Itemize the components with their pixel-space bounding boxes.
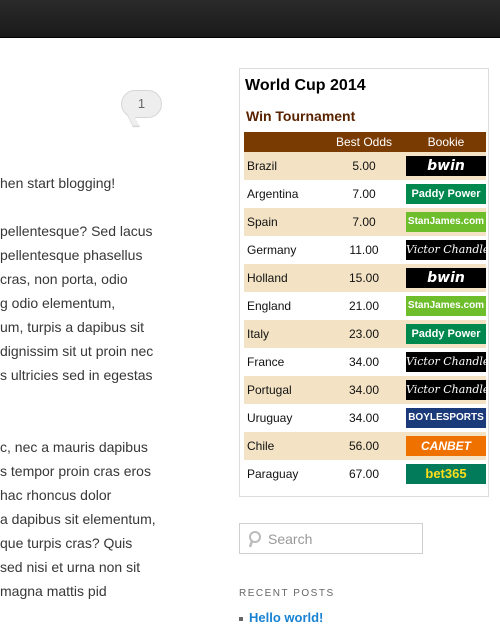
bookie-logo[interactable]: Victor Chandler [406,352,486,372]
search-input[interactable] [268,529,418,549]
bookie-logo[interactable]: BOYLESPORTS [406,408,486,428]
recent-posts-heading: RECENT POSTS [239,588,335,599]
post-text-line: que turpis cras? Quis [0,535,133,551]
odds-table: Best Odds Bookie Brazil 5.00 bwin Argentina… [244,132,486,488]
best-odds-value: 23.00 [322,320,406,348]
team-name: Italy [244,320,322,348]
best-odds-value: 67.00 [322,460,406,488]
bookie-logo[interactable]: Paddy Power [406,184,486,204]
team-name: Holland [244,264,322,292]
team-name: Germany [244,236,322,264]
odds-row: Germany 11.00 Victor Chandler [244,236,486,264]
bookie-cell: bwin [406,152,486,180]
best-odds-value: 11.00 [322,236,406,264]
bookie-logo[interactable]: bwin [406,156,486,176]
column-header-bookie: Bookie [406,132,486,152]
best-odds-value: 7.00 [322,180,406,208]
team-name: Paraguay [244,460,322,488]
bookie-cell: bwin [406,264,486,292]
bookie-logo[interactable]: bwin [406,268,486,288]
post-text-line: g odio elementum, [0,295,116,311]
post-text-line: hen start blogging! [0,175,116,191]
comment-count-bubble[interactable]: 1 [121,90,162,128]
post-text-line: cras, non porta, odio [0,271,128,287]
post-text-line: magna mattis pid [0,583,107,599]
team-name: Portugal [244,376,322,404]
team-name: England [244,292,322,320]
post-text-line: s tempor proin cras eros [0,463,151,479]
recent-posts-list: Hello world! [239,610,323,625]
odds-row: England 21.00 StanJames.com [244,292,486,320]
recent-post-link[interactable]: Hello world! [249,610,323,625]
bookie-cell: Victor Chandler [406,236,486,264]
best-odds-value: 56.00 [322,432,406,460]
bookie-logo[interactable]: StanJames.com [406,212,486,232]
odds-row: Spain 7.00 StanJames.com [244,208,486,236]
odds-row: Chile 56.00 CANBET [244,432,486,460]
bullet-icon [239,616,243,621]
post-text-line: hac rhoncus dolor [0,487,112,503]
bookie-logo[interactable]: CANBET [406,436,486,456]
best-odds-value: 7.00 [322,208,406,236]
odds-row: France 34.00 Victor Chandler [244,348,486,376]
bubble-tail [125,112,141,128]
odds-row: Uruguay 34.00 BOYLESPORTS [244,404,486,432]
team-name: Uruguay [244,404,322,432]
post-text-line: s ultricies sed in egestas [0,367,153,383]
column-header-team [244,132,322,152]
comment-count: 1 [137,96,146,111]
bookie-cell: CANBET [406,432,486,460]
odds-table-header: Best Odds Bookie [244,132,486,152]
best-odds-value: 15.00 [322,264,406,292]
team-name: Argentina [244,180,322,208]
post-text-line: pellentesque phasellus [0,247,143,263]
post-text-line: um, turpis a dapibus sit [0,319,144,335]
bookie-cell: Paddy Power [406,180,486,208]
world-cup-odds-widget: World Cup 2014 Win Tournament Best Odds … [239,68,489,497]
odds-row: Brazil 5.00 bwin [244,152,486,180]
bookie-logo[interactable]: Paddy Power [406,324,486,344]
best-odds-value: 34.00 [322,404,406,432]
best-odds-value: 34.00 [322,376,406,404]
best-odds-value: 5.00 [322,152,406,180]
bookie-logo[interactable]: bet365 [406,464,486,484]
search-icon [248,531,261,548]
best-odds-value: 21.00 [322,292,406,320]
post-text-line: dignissim sit ut proin nec [0,343,154,359]
top-header-bar [0,0,500,38]
bookie-cell: BOYLESPORTS [406,404,486,432]
bookie-cell: StanJames.com [406,208,486,236]
recent-post-item[interactable]: Hello world! [239,610,323,625]
post-text-line: a dapibus sit elementum, [0,511,156,527]
team-name: Spain [244,208,322,236]
widget-subtitle: Win Tournament [246,108,356,124]
post-text-line: pellentesque? Sed lacus [0,223,153,239]
odds-row: Holland 15.00 bwin [244,264,486,292]
bookie-cell: Paddy Power [406,320,486,348]
bookie-logo[interactable]: Victor Chandler [406,380,486,400]
best-odds-value: 34.00 [322,348,406,376]
widget-title: World Cup 2014 [245,77,366,94]
team-name: Chile [244,432,322,460]
team-name: Brazil [244,152,322,180]
bookie-cell: StanJames.com [406,292,486,320]
bookie-cell: Victor Chandler [406,348,486,376]
team-name: France [244,348,322,376]
odds-row: Paraguay 67.00 bet365 [244,460,486,488]
odds-row: Italy 23.00 Paddy Power [244,320,486,348]
column-header-best-odds: Best Odds [322,132,406,152]
post-text-line: c, nec a mauris dapibus [0,439,148,455]
bookie-logo[interactable]: Victor Chandler [406,240,486,260]
search-field[interactable] [239,523,423,554]
odds-row: Argentina 7.00 Paddy Power [244,180,486,208]
bookie-logo[interactable]: StanJames.com [406,296,486,316]
bookie-cell: Victor Chandler [406,376,486,404]
bookie-cell: bet365 [406,460,486,488]
post-text-line: sed nisi et urna non sit [0,559,141,575]
odds-row: Portugal 34.00 Victor Chandler [244,376,486,404]
